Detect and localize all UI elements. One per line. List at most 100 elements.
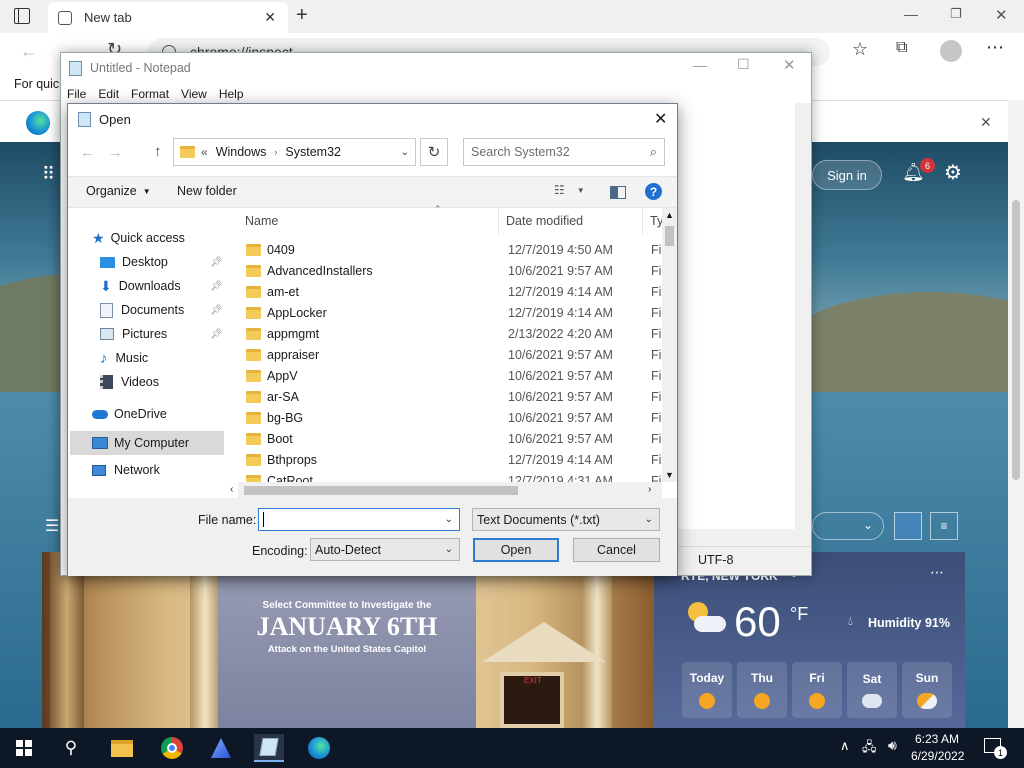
app-pyramid-icon[interactable] xyxy=(206,734,236,762)
encoding-select[interactable]: Auto-Detect ⌄ xyxy=(310,538,460,561)
menu-format[interactable]: Format xyxy=(131,87,169,101)
file-explorer-icon[interactable] xyxy=(107,734,137,762)
hscroll-thumb[interactable] xyxy=(244,486,518,495)
file-row[interactable]: CatRoot 12/7/2019 4:31 AM Fi xyxy=(246,470,662,482)
path-dropdown-icon[interactable]: ⌄ xyxy=(401,147,409,158)
column-date-modified[interactable]: Date modified xyxy=(506,214,583,228)
sign-in-button[interactable]: Sign in xyxy=(812,160,882,190)
minimize-icon[interactable]: — xyxy=(904,6,918,22)
notepad-maximize-icon[interactable]: ☐ xyxy=(737,56,750,73)
file-type-select[interactable]: Text Documents (*.txt) ⌄ xyxy=(472,508,660,531)
tray-overflow-icon[interactable]: ∧ xyxy=(840,738,850,754)
close-banner-icon[interactable]: ✕ xyxy=(980,114,992,131)
page-scrollbar[interactable] xyxy=(1008,100,1024,728)
menu-file[interactable]: File xyxy=(67,87,86,101)
help-icon[interactable]: ? xyxy=(645,183,662,200)
forecast-sat[interactable]: Sat xyxy=(847,662,897,718)
collections-icon[interactable]: ⧉ xyxy=(896,39,907,57)
start-windows-icon[interactable] xyxy=(9,734,39,762)
file-list-hscroll[interactable]: ‹ › xyxy=(230,482,662,498)
breadcrumb-system32[interactable]: System32 xyxy=(285,145,341,159)
new-tab-plus-icon[interactable]: + xyxy=(296,4,308,27)
nav-quick-access[interactable]: ★ Quick access xyxy=(92,227,185,249)
file-row[interactable]: bg-BG 10/6/2021 9:57 AM Fi xyxy=(246,407,662,428)
volume-icon[interactable]: 🔊︎ xyxy=(888,737,897,754)
path-refresh-icon[interactable]: ↻ xyxy=(420,138,448,166)
file-row[interactable]: AppV 10/6/2021 9:57 AM Fi xyxy=(246,365,662,386)
file-row[interactable]: appmgmt 2/13/2022 4:20 AM Fi xyxy=(246,323,662,344)
file-row[interactable]: am-et 12/7/2019 4:14 AM Fi xyxy=(246,281,662,302)
more-menu-icon[interactable]: ⋯ xyxy=(986,37,1004,58)
forecast-sun[interactable]: Sun xyxy=(902,662,952,718)
nav-my-computer[interactable]: My Computer xyxy=(70,431,224,455)
menu-edit[interactable]: Edit xyxy=(98,87,119,101)
vscroll-thumb[interactable] xyxy=(665,226,674,246)
file-row[interactable]: AdvancedInstallers 10/6/2021 9:57 AM Fi xyxy=(246,260,662,281)
file-row[interactable]: AppLocker 12/7/2019 4:14 AM Fi xyxy=(246,302,662,323)
dialog-forward-icon[interactable]: → xyxy=(108,144,123,161)
nav-downloads[interactable]: ⬇ Downloads 📌︎ xyxy=(100,275,230,297)
column-name[interactable]: Name xyxy=(245,214,278,228)
feed-dropdown[interactable]: ⌄ xyxy=(812,512,884,540)
menu-view[interactable]: View xyxy=(181,87,207,101)
clock-time[interactable]: 6:23 AM xyxy=(915,732,959,746)
network-tray-icon[interactable]: 🖧︎ xyxy=(862,738,877,760)
tab-actions-icon[interactable] xyxy=(14,8,30,24)
nav-pictures[interactable]: Pictures 📌︎ xyxy=(100,323,230,345)
close-tab-icon[interactable]: ✕ xyxy=(264,9,276,26)
list-layout-icon[interactable]: ≡ xyxy=(930,512,958,540)
cancel-button[interactable]: Cancel xyxy=(573,538,660,562)
notepad-taskbar-icon[interactable] xyxy=(254,734,284,762)
new-folder-button[interactable]: New folder xyxy=(177,184,237,198)
search-box[interactable]: Search System32 ⌕ xyxy=(463,138,665,166)
forecast-today[interactable]: Today xyxy=(682,662,732,718)
scroll-up-icon[interactable]: ▲ xyxy=(665,210,674,220)
notepad-close-icon[interactable]: ✕ xyxy=(783,56,796,74)
back-icon[interactable]: ← xyxy=(20,41,38,62)
scroll-left-icon[interactable]: ‹ xyxy=(230,484,233,495)
nav-network-row[interactable]: Network xyxy=(92,463,160,477)
scroll-right-icon[interactable]: › xyxy=(648,484,651,495)
apps-launcher-icon[interactable]: ⠿ xyxy=(42,164,55,185)
notepad-minimize-icon[interactable]: — xyxy=(693,57,707,73)
close-window-icon[interactable]: ✕ xyxy=(995,6,1008,24)
settings-gear-icon[interactable]: ⚙ xyxy=(944,160,962,185)
profile-avatar[interactable] xyxy=(940,40,962,62)
search-taskbar-icon[interactable]: ⚲ xyxy=(56,734,86,762)
nav-documents[interactable]: Documents 📌︎ xyxy=(100,299,230,321)
favorites-bar-text[interactable]: For quick xyxy=(14,77,65,91)
breadcrumb-windows[interactable]: Windows xyxy=(216,145,267,159)
nav-onedrive[interactable]: OneDrive xyxy=(92,403,167,425)
file-row[interactable]: appraiser 10/6/2021 9:57 AM Fi xyxy=(246,344,662,365)
chrome-icon[interactable] xyxy=(157,734,187,762)
menu-help[interactable]: Help xyxy=(219,87,244,101)
dialog-back-icon[interactable]: ← xyxy=(80,144,95,161)
notepad-vscroll[interactable] xyxy=(795,103,811,529)
feed-menu-icon[interactable]: ☰ xyxy=(45,516,59,536)
view-options-button[interactable]: ☷ ▼ xyxy=(554,183,585,197)
file-name-input[interactable]: ⌄ xyxy=(258,508,460,531)
grid-layout-icon[interactable] xyxy=(894,512,922,540)
file-row[interactable]: ar-SA 10/6/2021 9:57 AM Fi xyxy=(246,386,662,407)
nav-videos[interactable]: Videos xyxy=(100,371,159,393)
file-row[interactable]: Bthprops 12/7/2019 4:14 AM Fi xyxy=(246,449,662,470)
file-name-dropdown-icon[interactable]: ⌄ xyxy=(445,514,453,525)
forecast-fri[interactable]: Fri xyxy=(792,662,842,718)
forecast-thu[interactable]: Thu xyxy=(737,662,787,718)
file-row[interactable]: 0409 12/7/2019 4:50 AM Fi xyxy=(246,239,662,260)
organize-button[interactable]: Organize ▼ xyxy=(86,184,151,198)
search-icon[interactable]: ⌕ xyxy=(650,144,657,160)
notepad-hscroll[interactable] xyxy=(678,529,811,546)
file-list-vscroll[interactable]: ▲ ▼ xyxy=(662,208,677,482)
dialog-close-icon[interactable]: ✕ xyxy=(654,109,667,129)
clock-date[interactable]: 6/29/2022 xyxy=(911,749,964,763)
file-row[interactable]: Boot 10/6/2021 9:57 AM Fi xyxy=(246,428,662,449)
weather-card[interactable]: RYE, NEW YORK ✎ ⋯ 60 °F 💧︎ Humidity 91% … xyxy=(654,552,965,728)
nav-music[interactable]: ♪ Music xyxy=(100,347,148,369)
path-breadcrumb[interactable]: « Windows › System32 ⌄ xyxy=(173,138,416,166)
favorites-star-icon[interactable]: ☆ xyxy=(852,39,868,60)
restore-icon[interactable]: ❐ xyxy=(950,6,962,22)
tab-new-tab[interactable]: New tab ✕ xyxy=(48,2,288,33)
edge-taskbar-icon[interactable] xyxy=(304,734,334,762)
nav-desktop-item[interactable]: Desktop 📌︎ xyxy=(100,251,230,273)
